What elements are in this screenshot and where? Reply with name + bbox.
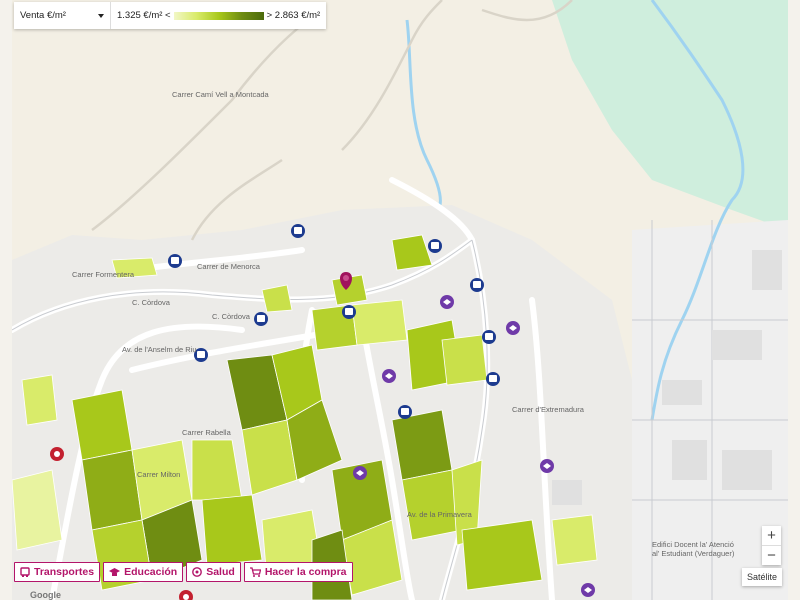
bus-icon[interactable] xyxy=(482,330,496,344)
bus-icon[interactable] xyxy=(398,405,412,419)
education-button[interactable]: Educación xyxy=(103,562,184,582)
location-pin-icon[interactable] xyxy=(340,272,352,290)
graduation-cap-icon[interactable] xyxy=(540,459,554,473)
poi-layer xyxy=(50,224,595,600)
operation-select-value: Venta €/m² xyxy=(20,10,66,21)
street-label: Carrer Formentera xyxy=(72,270,135,279)
building-label: Edifici Docent la' Atenció al' Estudiant… xyxy=(652,540,735,558)
legend-min: 1.325 €/m² < xyxy=(117,10,171,21)
legend-max: > 2.863 €/m² xyxy=(266,10,321,21)
street-label: Carrer de Menorca xyxy=(197,262,260,271)
chevron-down-icon xyxy=(98,13,104,18)
graduation-cap-icon[interactable] xyxy=(581,583,595,597)
health-cross-icon[interactable] xyxy=(50,447,64,461)
zoom-in-button[interactable]: + xyxy=(762,526,781,545)
legend-gradient xyxy=(173,11,264,20)
street-label: Carrer Camí Vell a Montcada xyxy=(172,90,269,99)
bus-icon[interactable] xyxy=(291,224,305,238)
shopping-button-label: Hacer la compra xyxy=(264,566,347,578)
satellite-button[interactable]: Satélite xyxy=(742,568,782,586)
shopping-button[interactable]: Hacer la compra xyxy=(243,562,353,582)
poi-category-bar: Transportes Educación Salud Hacer la com… xyxy=(14,562,353,582)
bus-icon[interactable] xyxy=(342,305,356,319)
map-toolbar: Venta €/m² 1.325 €/m² < > 2.863 €/m² xyxy=(14,2,327,29)
bus-icon[interactable] xyxy=(486,372,500,386)
street-label: C. Còrdova xyxy=(132,298,170,307)
transport-button[interactable]: Transportes xyxy=(14,562,101,582)
health-cross-icon[interactable] xyxy=(179,590,193,600)
street-label: Carrer d'Extremadura xyxy=(512,405,584,414)
attribution-logo: Google xyxy=(30,590,61,600)
graduation-cap-icon xyxy=(109,568,121,576)
transport-button-label: Transportes xyxy=(34,566,95,578)
health-button-label: Salud xyxy=(206,566,235,578)
zoom-out-button[interactable]: − xyxy=(762,545,781,565)
education-button-label: Educación xyxy=(124,566,178,578)
street-label: Carrer Milton xyxy=(137,470,181,479)
map-canvas[interactable]: Carrer Formentera Carrer de Menorca C. C… xyxy=(12,0,788,600)
price-legend: 1.325 €/m² < > 2.863 €/m² xyxy=(111,2,326,29)
bus-icon[interactable] xyxy=(168,254,182,268)
street-label: Carrer Rabella xyxy=(182,428,231,437)
shopping-cart-icon xyxy=(249,567,261,577)
bus-icon[interactable] xyxy=(428,239,442,253)
graduation-cap-icon[interactable] xyxy=(440,295,454,309)
health-cross-icon xyxy=(192,567,203,577)
street-label: C. Còrdova xyxy=(212,312,250,321)
graduation-cap-icon[interactable] xyxy=(506,321,520,335)
street-label: Av. de la Primavera xyxy=(407,510,472,519)
health-button[interactable]: Salud xyxy=(186,562,241,582)
bus-icon[interactable] xyxy=(470,278,484,292)
bus-icon xyxy=(20,567,30,577)
zoom-control: + − xyxy=(762,526,781,565)
graduation-cap-icon[interactable] xyxy=(353,466,367,480)
operation-select[interactable]: Venta €/m² xyxy=(14,2,111,29)
graduation-cap-icon[interactable] xyxy=(382,369,396,383)
street-label: Av. de l'Anselm de Riu xyxy=(122,345,197,354)
bus-icon[interactable] xyxy=(254,312,268,326)
